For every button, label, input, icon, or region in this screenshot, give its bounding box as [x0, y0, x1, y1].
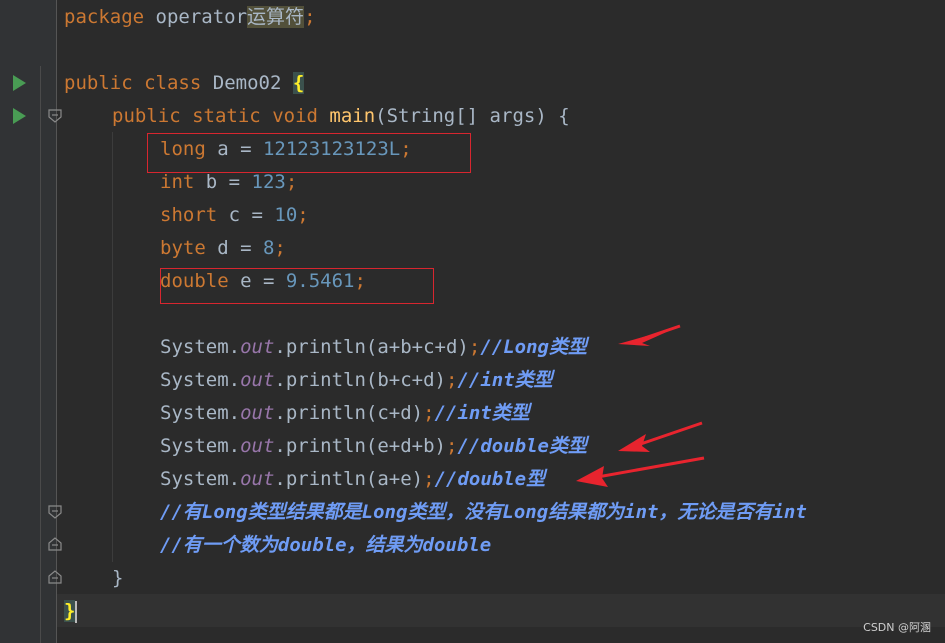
arrow-annotation: [618, 324, 681, 346]
arrow-annotation: [576, 456, 705, 487]
watermark: CSDN @阿溷: [863, 621, 931, 634]
arrow-annotation: [618, 421, 703, 452]
arrow-annotations: [576, 324, 705, 487]
